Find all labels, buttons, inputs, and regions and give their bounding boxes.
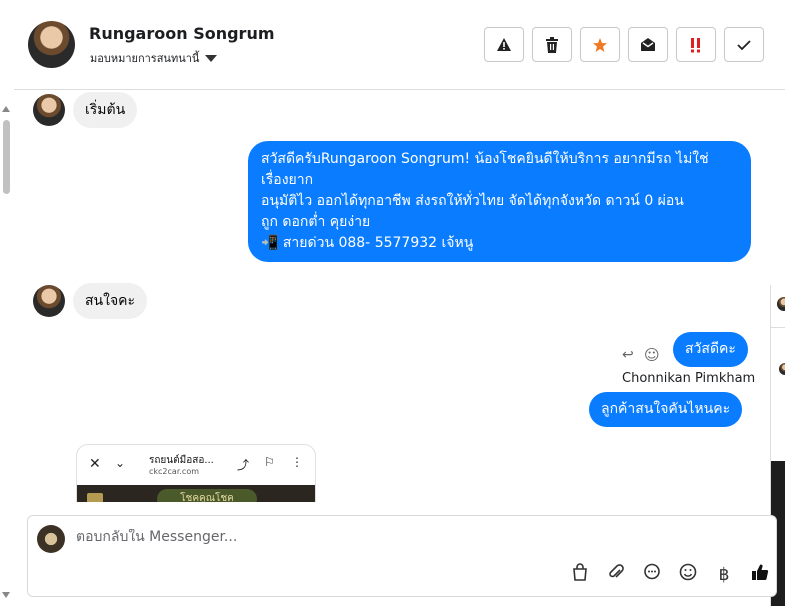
contact-avatar-small[interactable] (33, 285, 65, 317)
link-preview-toolbar: ✕ ⌄ รถยนต์มือสอ... ckc2car.com ⤴ ⚐ ⋮ (77, 445, 315, 485)
contact-name[interactable]: Rungaroon Songrum (89, 24, 275, 43)
scroll-thumb[interactable] (3, 120, 10, 194)
page-avatar (37, 525, 65, 553)
outgoing-message-greeting[interactable]: สวัสดีครับRungaroon Songrum! น้องโชคยินด… (248, 141, 751, 262)
contact-avatar[interactable] (28, 21, 75, 68)
shopping-bag-icon[interactable] (570, 563, 590, 586)
warning-icon (497, 38, 511, 51)
outgoing-message[interactable]: ลูกค้าสนใจคันไหนคะ (589, 392, 743, 427)
important-button[interactable] (676, 27, 716, 62)
message-thread: เริ่มต้น สวัสดีครับRungaroon Songrum! น้… (14, 90, 785, 502)
payment-baht-icon[interactable]: ฿ (714, 565, 734, 585)
header-action-bar (484, 27, 764, 62)
star-button[interactable] (580, 27, 620, 62)
delete-button[interactable] (532, 27, 572, 62)
panel-divider (771, 327, 785, 328)
menu-icon (87, 493, 103, 502)
double-exclamation-icon (691, 37, 700, 52)
reply-input[interactable] (76, 529, 676, 545)
mark-unread-button[interactable] (628, 27, 668, 62)
link-preview-title: รถยนต์มือสอ... (149, 455, 214, 466)
message-composer: ฿ (27, 515, 777, 597)
message-line: ถูก ดอกต่ำ คุยง่าย (261, 214, 371, 230)
react-emoji-icon[interactable]: ☺ (644, 346, 660, 364)
more-vertical-icon[interactable]: ⋮ (291, 455, 303, 469)
mark-done-button[interactable] (724, 27, 764, 62)
outgoing-message[interactable]: สวัสดีคะ (673, 332, 748, 367)
incoming-message[interactable]: เริ่มต้น (73, 92, 138, 128)
site-logo: โชคคูณโชค (157, 489, 257, 502)
envelope-open-icon (641, 38, 655, 51)
message-line: สวัสดีครับRungaroon Songrum! น้องโชคยินด… (261, 151, 709, 167)
incoming-message[interactable]: สนใจคะ (73, 283, 148, 319)
chat-scrollbar[interactable] (0, 100, 14, 600)
share-icon[interactable]: ⤴ (237, 456, 249, 473)
messenger-inbox-window: Rungaroon Songrum มอบหมายการสนทนานี้ เริ… (0, 0, 785, 606)
thumbs-up-icon[interactable] (750, 563, 770, 586)
sender-name: Chonnikan Pimkham (622, 371, 756, 386)
link-preview-card[interactable]: ✕ ⌄ รถยนต์มือสอ... ckc2car.com ⤴ ⚐ ⋮ โชค… (76, 444, 316, 502)
composer-toolbar: ฿ (570, 563, 770, 586)
panel-avatar (777, 297, 785, 311)
contact-avatar-small[interactable] (33, 94, 65, 126)
star-icon (593, 37, 607, 52)
bookmark-icon[interactable]: ⚐ (264, 455, 275, 469)
report-spam-button[interactable] (484, 27, 524, 62)
saved-replies-icon[interactable] (642, 563, 662, 586)
assign-conversation-dropdown[interactable]: มอบหมายการสนทนานี้ (90, 49, 218, 67)
link-preview-image: โชคคูณโชค (77, 485, 315, 502)
check-icon (737, 39, 751, 50)
link-preview-url: ckc2car.com (149, 467, 200, 476)
paperclip-icon[interactable] (606, 563, 626, 586)
close-icon[interactable]: ✕ (89, 456, 101, 472)
emoji-icon[interactable] (678, 563, 698, 586)
reply-icon[interactable]: ↩ (622, 347, 634, 363)
scroll-down-arrow[interactable] (2, 592, 10, 598)
conversation-header: Rungaroon Songrum มอบหมายการสนทนานี้ (14, 0, 785, 90)
message-line: อนุมัติไว ออกได้ทุกอาชีพ ส่งรถให้ทั่วไทย… (261, 193, 684, 209)
chevron-down-icon[interactable]: ⌄ (115, 456, 125, 470)
message-line: 📲 สายด่วน 088- 5577932 เจ้หนู (261, 235, 474, 251)
assign-conversation-label: มอบหมายการสนทนานี้ (90, 52, 200, 65)
message-line: เรื่องยาก (261, 172, 314, 188)
panel-avatar (779, 363, 785, 375)
caret-down-icon (205, 54, 218, 62)
trash-icon (546, 36, 558, 53)
scroll-up-arrow[interactable] (2, 106, 10, 112)
